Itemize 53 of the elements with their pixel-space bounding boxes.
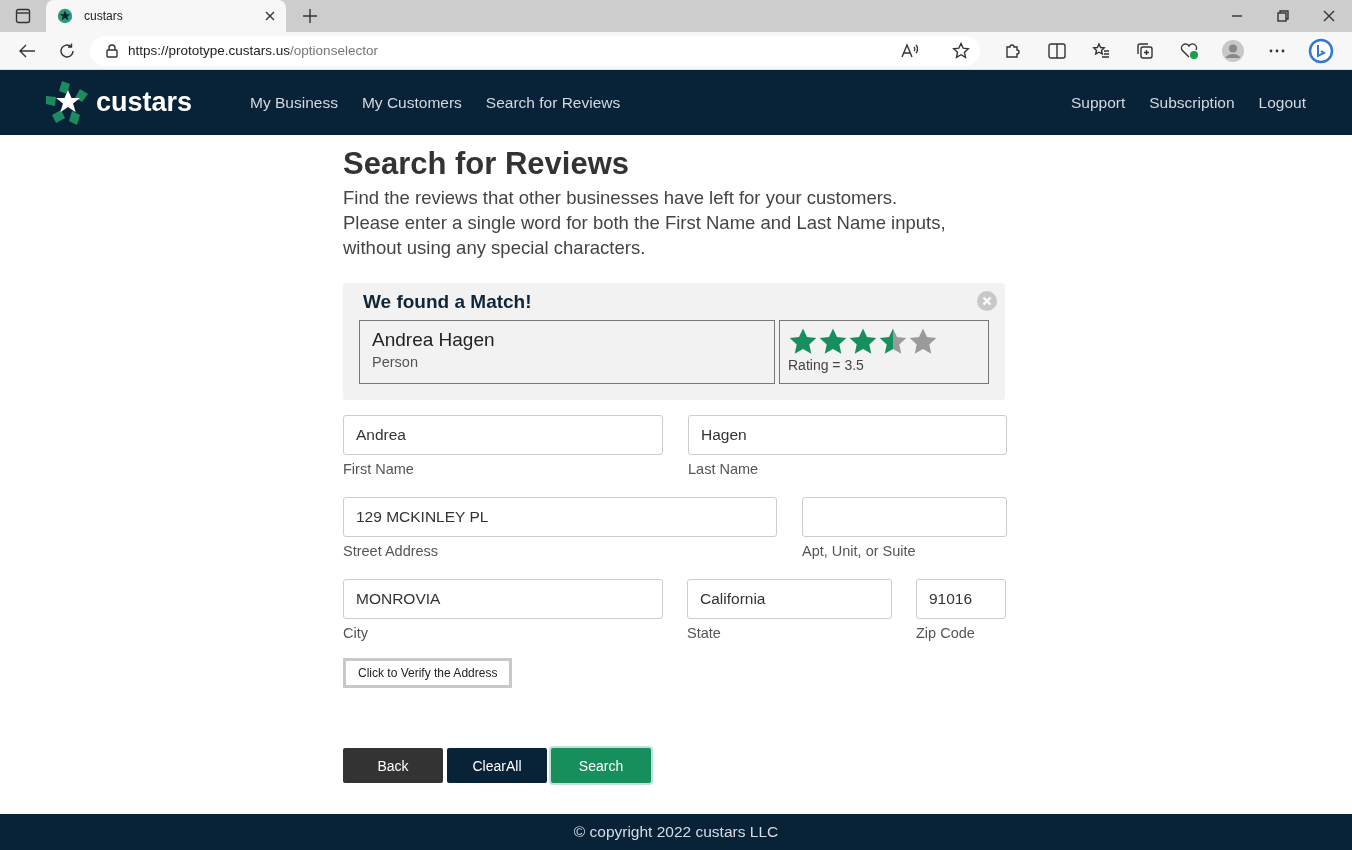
close-icon[interactable] (264, 10, 276, 22)
new-tab-icon[interactable] (302, 8, 318, 24)
close-icon[interactable] (1323, 10, 1335, 22)
primary-button[interactable]: Search (551, 748, 651, 784)
text-input-field[interactable]: 91016 (916, 579, 1006, 620)
person-type: Person (372, 354, 419, 371)
nav-link[interactable]: My Customers (361, 93, 462, 112)
text-input-field[interactable]: California (687, 579, 892, 620)
reload-icon[interactable] (58, 41, 76, 60)
person-name: Andrea Hagen (372, 329, 496, 352)
nav-link[interactable]: Subscription (1149, 93, 1235, 112)
clear-button[interactable]: ClearAll (447, 748, 547, 784)
more-icon[interactable] (1268, 47, 1286, 54)
lock-icon (106, 43, 118, 58)
intro-text: Find the reviews that other businesses have left for your customers. Please enter a single word for both the First Name and Last Name inputs, without using any special characters. (343, 186, 947, 261)
nav-link[interactable]: Search for Reviews (485, 93, 621, 112)
field-label: City (343, 624, 369, 644)
profile-avatar-icon[interactable] (1222, 39, 1244, 62)
brand-name[interactable]: custars (96, 87, 193, 118)
restore-icon[interactable] (1277, 10, 1289, 22)
health-heart-icon[interactable] (1179, 41, 1199, 60)
field-label: Zip Code (916, 624, 976, 644)
favorite-star-icon[interactable] (952, 41, 970, 60)
collections-icon[interactable] (1136, 41, 1154, 60)
back-button[interactable]: Back (343, 748, 443, 784)
field-label: Apt, Unit, or Suite (802, 542, 917, 562)
field-label: First Name (343, 460, 415, 480)
text-input-field[interactable]: Andrea (343, 415, 663, 456)
text-input-field[interactable] (802, 497, 1007, 538)
nav-link[interactable]: Support (1071, 93, 1126, 112)
rating-text: Rating = 3.5 (788, 357, 865, 374)
back-arrow-icon[interactable] (18, 42, 36, 59)
url-text: https://prototype.custars.us/optionselector (128, 43, 378, 58)
browser-tab[interactable]: custars (46, 0, 286, 32)
split-screen-icon[interactable] (1048, 42, 1066, 59)
nav-link[interactable]: Logout (1258, 93, 1306, 112)
star-logo-icon (56, 7, 74, 25)
nav-link[interactable]: My Business (250, 93, 338, 112)
field-label: Last Name (688, 460, 760, 480)
field-label: State (687, 624, 722, 644)
text-input-field[interactable]: MONROVIA (343, 579, 663, 620)
page-title: Search for Reviews (343, 147, 631, 182)
match-heading: We found a Match! (363, 291, 532, 314)
extensions-puzzle-icon[interactable] (1004, 41, 1022, 60)
address-bar[interactable]: https://prototype.custars.us/optionselector (90, 35, 980, 66)
verify-address-button[interactable]: Click to Verify the Address (343, 658, 513, 689)
read-aloud-icon[interactable] (900, 42, 918, 59)
text-input-field[interactable]: 129 MCKINLEY PL (343, 497, 777, 538)
text-input-field[interactable]: Hagen (688, 415, 1007, 456)
tab-sidebar-icon[interactable] (15, 8, 31, 24)
field-label: Street Address (343, 542, 440, 562)
copyright-text: © copyright 2022 custars LLC (573, 823, 779, 841)
favorites-icon[interactable] (1092, 41, 1110, 60)
